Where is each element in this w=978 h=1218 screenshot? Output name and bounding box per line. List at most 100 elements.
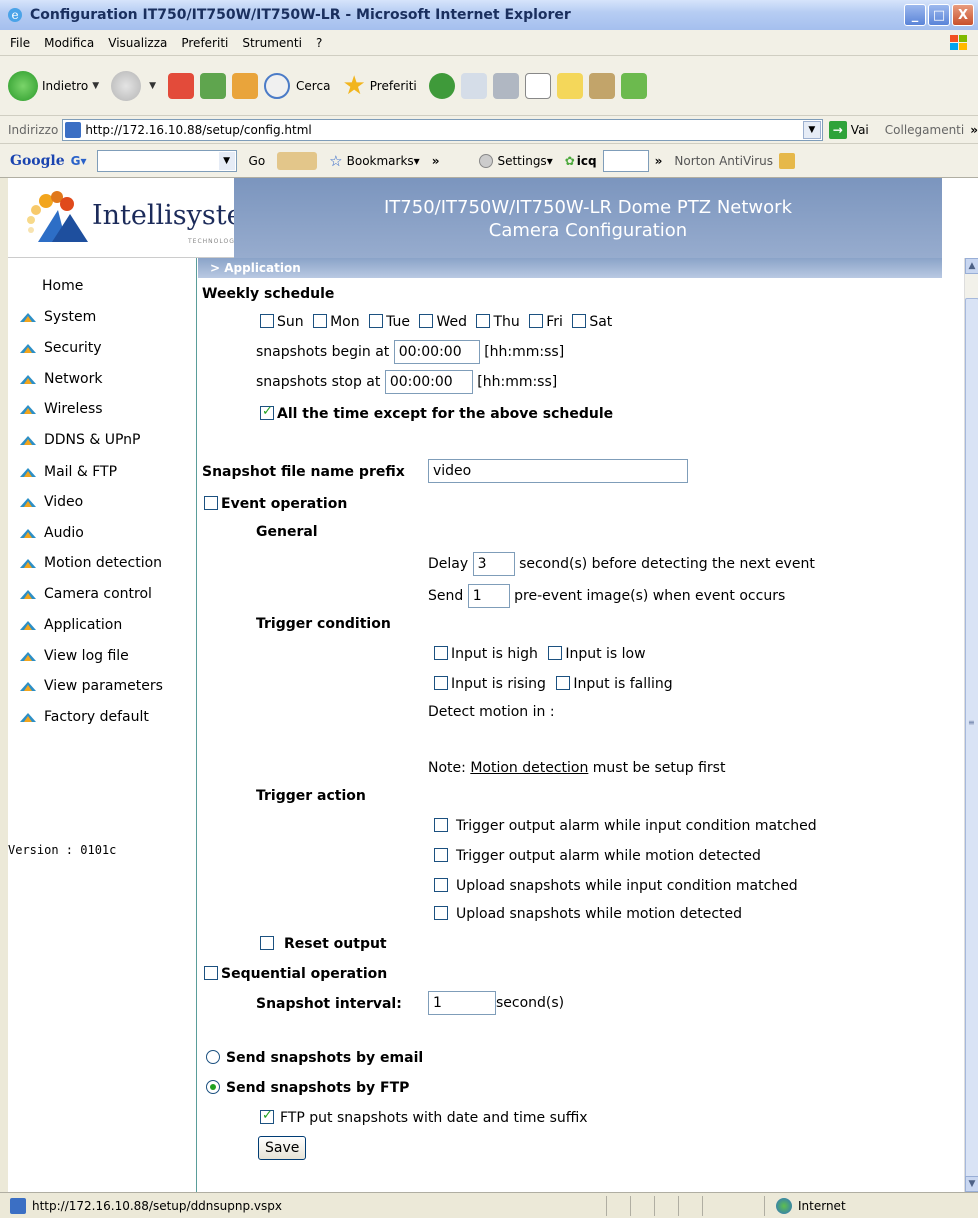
minimize-button[interactable]: _: [904, 4, 926, 26]
event-operation-checkbox[interactable]: [204, 496, 218, 510]
maximize-button[interactable]: □: [928, 4, 950, 26]
action-upload-motion-checkbox[interactable]: [434, 906, 448, 920]
google-menu[interactable]: G▾: [71, 154, 87, 168]
settings-button[interactable]: Settings▾: [479, 153, 553, 168]
event-operation-row[interactable]: Event operation: [204, 496, 347, 512]
except-row[interactable]: All the time except for the above schedu…: [260, 404, 613, 422]
sequential-operation-row[interactable]: Sequential operation: [204, 966, 387, 982]
input-low-option[interactable]: Input is low: [548, 646, 646, 662]
favorites-button[interactable]: ★ Preferiti: [342, 71, 416, 101]
action-upload-motion[interactable]: Upload snapshots while motion detected: [434, 906, 742, 922]
menu-strumenti[interactable]: Strumenti: [242, 36, 302, 50]
sidebar-item-audio[interactable]: Audio: [18, 525, 84, 541]
sidebar-item-view-parameters[interactable]: View parameters: [18, 678, 163, 694]
close-button[interactable]: X: [952, 4, 974, 26]
toolbar-buttons-icon[interactable]: [277, 151, 318, 170]
input-high-option[interactable]: Input is high: [434, 646, 538, 662]
edit-icon[interactable]: [524, 72, 551, 99]
vertical-scrollbar[interactable]: ▲ ≡ ▼: [964, 258, 978, 1192]
day-fri[interactable]: Fri: [529, 314, 563, 330]
input-low-checkbox[interactable]: [548, 646, 563, 660]
sidebar-item-mail-ftp[interactable]: Mail & FTP: [18, 464, 117, 480]
bookmarks-button[interactable]: ☆ Bookmarks▾: [329, 152, 420, 170]
tue-checkbox[interactable]: [369, 314, 384, 328]
sidebar-item-system[interactable]: System: [18, 309, 96, 325]
send-email-radio[interactable]: [206, 1050, 220, 1064]
back-button[interactable]: Indietro ▼: [8, 70, 99, 101]
research-icon[interactable]: [588, 72, 615, 99]
sidebar-item-home[interactable]: Home: [42, 278, 83, 294]
norton-shield-icon[interactable]: [779, 152, 796, 169]
sidebar-item-ddns-upnp[interactable]: DDNS & UPnP: [18, 432, 141, 448]
day-sun[interactable]: Sun: [260, 314, 304, 330]
day-tue[interactable]: Tue: [369, 314, 410, 330]
menu-file[interactable]: File: [10, 36, 30, 50]
prefix-input[interactable]: video: [428, 459, 688, 483]
sequential-operation-checkbox[interactable]: [204, 966, 218, 980]
search-button[interactable]: Cerca: [264, 72, 330, 99]
stop-time-input[interactable]: 00:00:00: [384, 370, 473, 394]
google-search-input[interactable]: ▼: [96, 149, 237, 172]
delay-input[interactable]: 3: [472, 552, 515, 576]
input-rising-option[interactable]: Input is rising: [434, 676, 546, 692]
refresh-icon[interactable]: [200, 72, 227, 99]
sidebar-item-motion-detection[interactable]: Motion detection: [18, 555, 162, 571]
input-falling-checkbox[interactable]: [556, 676, 571, 690]
menu-modifica[interactable]: Modifica: [44, 36, 94, 50]
input-high-checkbox[interactable]: [434, 646, 448, 660]
scroll-up-icon[interactable]: ▲: [965, 258, 978, 274]
icq-button[interactable]: ✿ icq: [565, 154, 597, 168]
action-upload-input[interactable]: Upload snapshots while input condition m…: [434, 878, 798, 894]
ftp-suffix-row[interactable]: FTP put snapshots with date and time suf…: [260, 1108, 588, 1126]
fri-checkbox[interactable]: [529, 314, 544, 328]
input-falling-option[interactable]: Input is falling: [556, 676, 673, 692]
scrollbar-thumb[interactable]: [965, 298, 978, 1178]
sidebar-item-view-log-file[interactable]: View log file: [18, 648, 129, 664]
chevron-down-icon[interactable]: ▼: [149, 81, 156, 91]
icq-input[interactable]: [602, 149, 649, 172]
sidebar-item-camera-control[interactable]: Camera control: [18, 586, 152, 602]
chevron-down-icon[interactable]: ▼: [802, 120, 821, 139]
sidebar-item-video[interactable]: Video: [18, 494, 83, 510]
chevron-down-icon[interactable]: ▼: [92, 81, 99, 91]
action-output-motion[interactable]: Trigger output alarm while motion detect…: [434, 848, 761, 864]
menu-visualizza[interactable]: Visualizza: [108, 36, 167, 50]
history-icon[interactable]: [428, 72, 455, 99]
chevron-down-icon[interactable]: ▼: [218, 151, 235, 170]
google-more[interactable]: »: [432, 154, 440, 168]
sidebar-item-network[interactable]: Network: [18, 371, 102, 387]
action-upload-input-checkbox[interactable]: [434, 878, 448, 892]
menu-help[interactable]: ?: [316, 36, 322, 50]
sat-checkbox[interactable]: [572, 314, 587, 328]
scroll-down-icon[interactable]: ▼: [965, 1176, 978, 1192]
links-label[interactable]: Collegamenti: [885, 123, 964, 137]
reset-output-checkbox[interactable]: [260, 936, 274, 950]
norton-more[interactable]: »: [655, 154, 663, 168]
ftp-suffix-checkbox[interactable]: [260, 1108, 274, 1124]
day-wed[interactable]: Wed: [419, 314, 467, 330]
wed-checkbox[interactable]: [419, 314, 434, 328]
send-ftp-option[interactable]: Send snapshots by FTP: [206, 1080, 409, 1096]
except-checkbox[interactable]: [260, 404, 274, 420]
sidebar-item-factory-default[interactable]: Factory default: [18, 709, 149, 725]
address-input[interactable]: http://172.16.10.88/setup/config.html ▼: [62, 118, 823, 141]
links-more[interactable]: »: [970, 123, 978, 137]
snapshot-interval-input[interactable]: 1: [428, 991, 496, 1015]
save-button[interactable]: Save: [258, 1136, 307, 1160]
home-icon[interactable]: [232, 72, 259, 99]
messenger-icon[interactable]: [620, 72, 647, 99]
day-mon[interactable]: Mon: [313, 314, 360, 330]
sun-checkbox[interactable]: [260, 314, 274, 328]
mail-icon[interactable]: [460, 72, 487, 99]
action-output-input[interactable]: Trigger output alarm while input conditi…: [434, 818, 817, 834]
sidebar-item-security[interactable]: Security: [18, 340, 102, 356]
reset-output-row[interactable]: Reset output: [260, 936, 387, 952]
mon-checkbox[interactable]: [313, 314, 328, 328]
day-sat[interactable]: Sat: [572, 314, 612, 330]
begin-time-input[interactable]: 00:00:00: [393, 340, 480, 364]
discuss-icon[interactable]: [556, 72, 583, 99]
thu-checkbox[interactable]: [476, 314, 491, 328]
forward-button[interactable]: ▼: [111, 70, 156, 101]
day-thu[interactable]: Thu: [476, 314, 520, 330]
sidebar-item-application[interactable]: Application: [18, 617, 122, 633]
